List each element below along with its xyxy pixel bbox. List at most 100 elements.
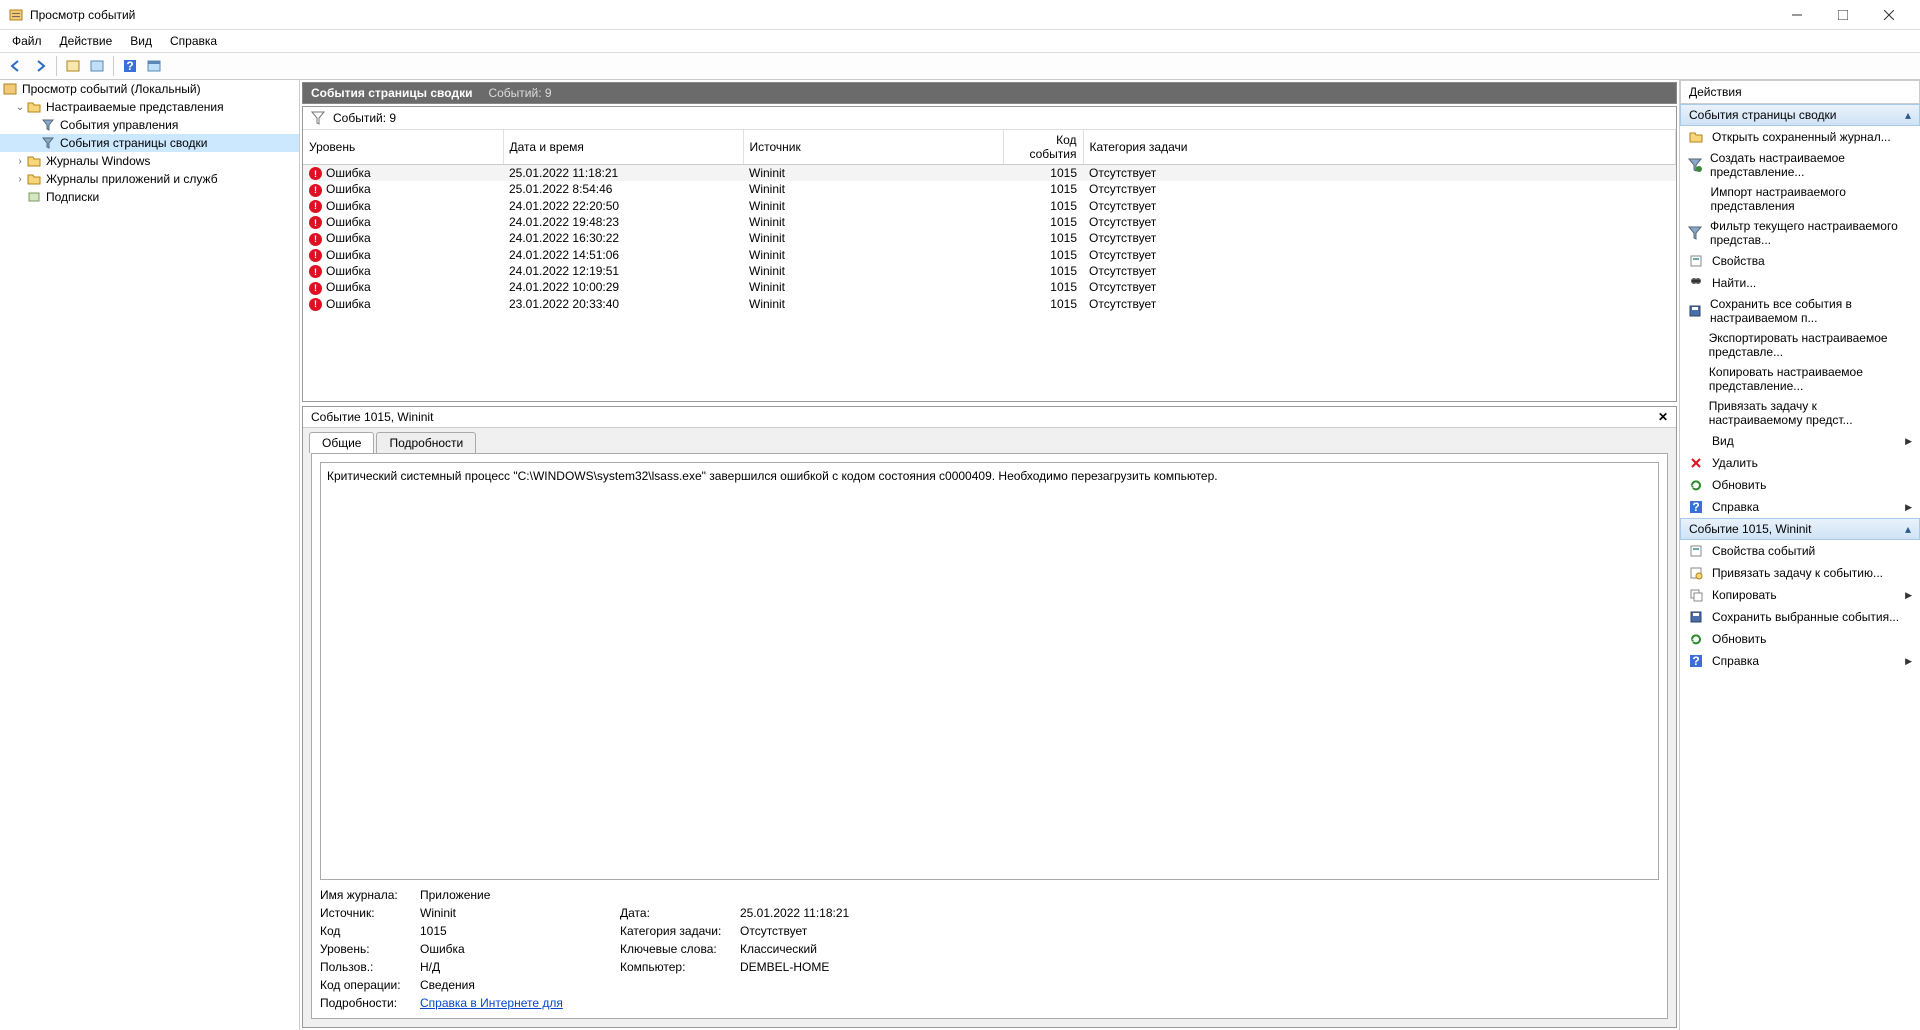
collapse-icon[interactable]: ▴ (1905, 108, 1911, 122)
expander-icon[interactable]: ⌄ (14, 102, 26, 113)
action-item[interactable]: Привязать задачу к настраиваемому предст… (1680, 396, 1920, 430)
table-row[interactable]: !Ошибка24.01.2022 22:20:50Wininit1015Отс… (303, 198, 1676, 214)
action-item[interactable]: Экспортировать настраиваемое представле.… (1680, 328, 1920, 362)
col-datetime[interactable]: Дата и время (503, 130, 743, 165)
maximize-button[interactable] (1820, 0, 1866, 30)
label-source: Источник: (320, 906, 410, 920)
table-row[interactable]: !Ошибка25.01.2022 8:54:46Wininit1015Отсу… (303, 181, 1676, 197)
val-level: Ошибка (420, 942, 610, 956)
action-label: Свойства событий (1712, 544, 1815, 558)
action-label: Обновить (1712, 478, 1766, 492)
collapse-icon[interactable]: ▴ (1905, 522, 1911, 536)
tree-root[interactable]: Просмотр событий (Локальный) (0, 80, 299, 98)
tree-subscriptions-label: Подписки (46, 190, 99, 204)
toolbar-separator (56, 56, 57, 76)
action-item[interactable]: Найти... (1680, 272, 1920, 294)
val-keywords: Классический (740, 942, 1659, 956)
action-item[interactable]: Вид▶ (1680, 430, 1920, 452)
action-item[interactable]: ?Справка▶ (1680, 496, 1920, 518)
menu-file[interactable]: Файл (4, 32, 50, 50)
cell-event-id: 1015 (1003, 279, 1083, 295)
task-icon (1688, 565, 1704, 581)
show-tree-button[interactable] (63, 56, 83, 76)
cell-source: Wininit (743, 165, 1003, 182)
app-window: Просмотр событий Файл Действие Вид Справ… (0, 0, 1920, 1030)
detail-close-button[interactable]: ✕ (1658, 410, 1668, 424)
cell-datetime: 24.01.2022 10:00:29 (503, 279, 743, 295)
tree-subscriptions[interactable]: Подписки (0, 188, 299, 206)
tree-admin-events[interactable]: События управления (0, 116, 299, 134)
cell-datetime: 24.01.2022 14:51:06 (503, 247, 743, 263)
refresh-icon (1688, 631, 1704, 647)
table-row[interactable]: !Ошибка23.01.2022 20:33:40Wininit1015Отс… (303, 296, 1676, 312)
action-item[interactable]: Обновить (1680, 474, 1920, 496)
expander-icon[interactable]: › (14, 174, 26, 185)
action-item[interactable]: Свойства (1680, 250, 1920, 272)
table-row[interactable]: !Ошибка24.01.2022 12:19:51Wininit1015Отс… (303, 263, 1676, 279)
titlebar-title: Просмотр событий (30, 8, 1774, 22)
table-row[interactable]: !Ошибка24.01.2022 19:48:23Wininit1015Отс… (303, 214, 1676, 230)
back-button[interactable] (6, 56, 26, 76)
close-button[interactable] (1866, 0, 1912, 30)
cell-event-id: 1015 (1003, 198, 1083, 214)
action-item[interactable]: Обновить (1680, 628, 1920, 650)
tree-custom-views[interactable]: ⌄ Настраиваемые представления (0, 98, 299, 116)
expander-icon[interactable]: › (14, 156, 26, 167)
detail-body: Критический системный процесс "C:\WINDOW… (311, 453, 1668, 1019)
col-level[interactable]: Уровень (303, 130, 503, 165)
error-icon: ! (309, 184, 322, 197)
menu-help[interactable]: Справка (162, 32, 225, 50)
table-row[interactable]: !Ошибка25.01.2022 11:18:21Wininit1015Отс… (303, 165, 1676, 182)
menu-action[interactable]: Действие (52, 32, 121, 50)
action-item[interactable]: Сохранить выбранные события... (1680, 606, 1920, 628)
copy-icon (1688, 587, 1704, 603)
save-icon (1688, 609, 1704, 625)
show-panel-button[interactable] (87, 56, 107, 76)
action-item[interactable]: Копировать настраиваемое представление..… (1680, 362, 1920, 396)
action-item[interactable]: Привязать задачу к событию... (1680, 562, 1920, 584)
action-item[interactable]: Фильтр текущего настраиваемого представ.… (1680, 216, 1920, 250)
online-help-link[interactable]: Справка в Интернете для (420, 996, 563, 1010)
events-table-container[interactable]: Уровень Дата и время Источник Код событи… (303, 130, 1676, 401)
blank-icon (1688, 433, 1704, 449)
filter-icon (1688, 225, 1702, 241)
table-row[interactable]: !Ошибка24.01.2022 14:51:06Wininit1015Отс… (303, 247, 1676, 263)
action-item[interactable]: Импорт настраиваемого представления (1680, 182, 1920, 216)
action-item[interactable]: Удалить (1680, 452, 1920, 474)
col-source[interactable]: Источник (743, 130, 1003, 165)
action-item[interactable]: Открыть сохраненный журнал... (1680, 126, 1920, 148)
table-row[interactable]: !Ошибка24.01.2022 16:30:22Wininit1015Отс… (303, 230, 1676, 246)
action-label: Свойства (1712, 254, 1765, 268)
event-detail-box: Событие 1015, Wininit ✕ Общие Подробност… (302, 406, 1677, 1028)
tree-windows-logs[interactable]: › Журналы Windows (0, 152, 299, 170)
blank-icon (1688, 405, 1701, 421)
col-event-id[interactable]: Код события (1003, 130, 1083, 165)
action-label: Обновить (1712, 632, 1766, 646)
tab-details[interactable]: Подробности (376, 432, 476, 453)
events-list-box: Событий: 9 Уровень Дата и время Источник… (302, 106, 1677, 402)
menu-view[interactable]: Вид (122, 32, 160, 50)
help-button[interactable]: ? (120, 56, 140, 76)
filter-count: Событий: 9 (333, 111, 396, 125)
action-item[interactable]: Создать настраиваемое представление... (1680, 148, 1920, 182)
val-details: Справка в Интернете для (420, 996, 1659, 1010)
action-item[interactable]: Копировать▶ (1680, 584, 1920, 606)
action-item[interactable]: ?Справка▶ (1680, 650, 1920, 672)
filter-icon[interactable] (311, 111, 325, 125)
table-row[interactable]: !Ошибка24.01.2022 10:00:29Wininit1015Отс… (303, 279, 1676, 295)
window-controls (1774, 0, 1912, 30)
tab-general[interactable]: Общие (309, 432, 374, 453)
actions-group2-title[interactable]: Событие 1015, Wininit ▴ (1680, 518, 1920, 540)
val-opcode: Сведения (420, 978, 610, 992)
action-item[interactable]: Свойства событий (1680, 540, 1920, 562)
col-task-cat[interactable]: Категория задачи (1083, 130, 1676, 165)
actions-group1-title[interactable]: События страницы сводки ▴ (1680, 104, 1920, 126)
cell-level: Ошибка (326, 231, 371, 245)
options-button[interactable] (144, 56, 164, 76)
minimize-button[interactable] (1774, 0, 1820, 30)
save-icon (1688, 303, 1702, 319)
action-item[interactable]: Сохранить все события в настраиваемом п.… (1680, 294, 1920, 328)
tree-summary-events[interactable]: События страницы сводки (0, 134, 299, 152)
tree-app-service-logs[interactable]: › Журналы приложений и служб (0, 170, 299, 188)
forward-button[interactable] (30, 56, 50, 76)
